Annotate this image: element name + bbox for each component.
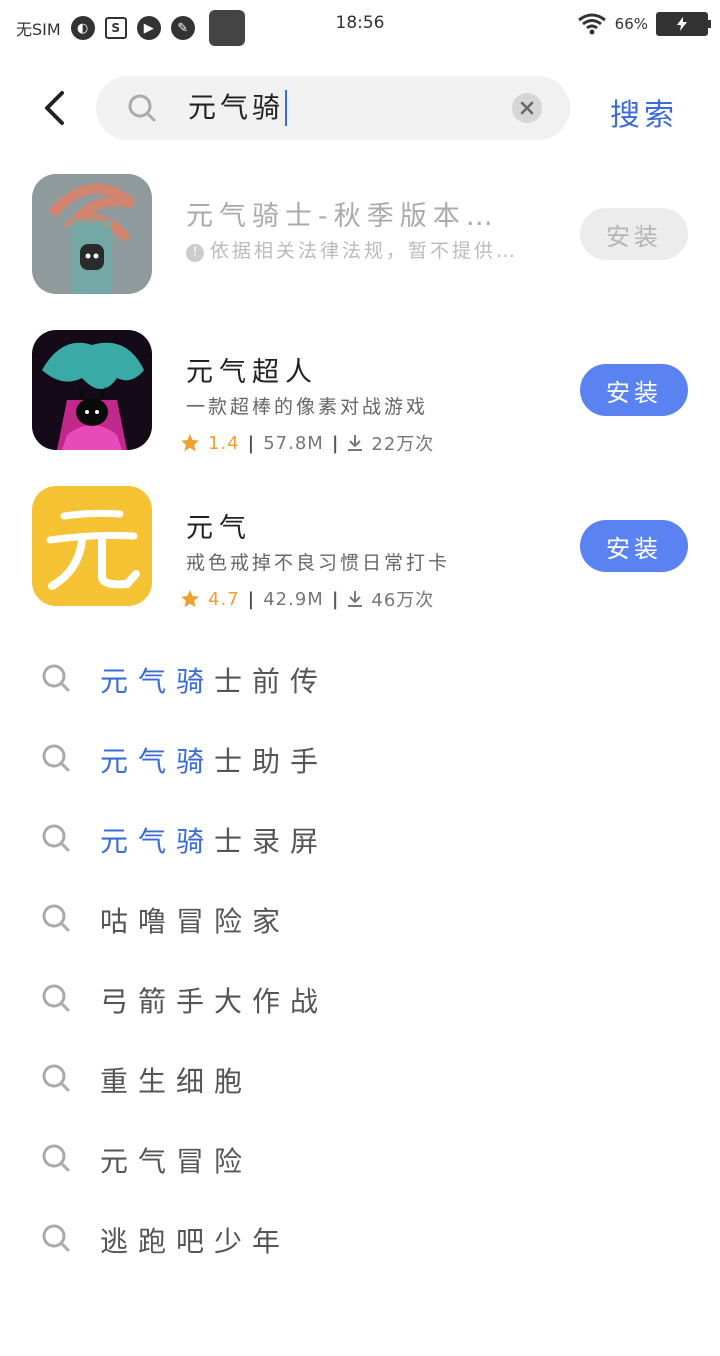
suggestion-rest: 士录屏 xyxy=(214,825,329,858)
suggestion-rest: 士助手 xyxy=(214,745,329,778)
download-icon xyxy=(348,591,363,607)
search-icon xyxy=(42,984,70,1012)
suggestion-text: 弓箭手大作战 xyxy=(100,980,328,1020)
suggestion-item[interactable]: 元气冒险 xyxy=(0,1120,720,1200)
suggestion-item[interactable]: 逃跑吧少年 xyxy=(0,1200,720,1280)
app-description: 一款超棒的像素对战游戏 xyxy=(186,396,429,418)
app-result-row[interactable]: 元气骑士-秋季版本… ! 依据相关法律法规，暂不提供… 安装 xyxy=(0,174,720,298)
suggestion-item[interactable]: 咕噜冒险家 xyxy=(0,880,720,960)
app-downloads: 22万次 xyxy=(371,434,435,455)
clear-button[interactable] xyxy=(512,93,542,123)
suggestion-item[interactable]: 重生细胞 xyxy=(0,1040,720,1120)
suggestion-item[interactable]: 元气骑士前传 xyxy=(0,640,720,720)
app-icon xyxy=(32,330,152,450)
suggestion-text: 元气骑士前传 xyxy=(100,660,328,700)
suggestion-item[interactable]: 元气骑士录屏 xyxy=(0,800,720,880)
search-icon xyxy=(42,664,70,692)
suggestion-item[interactable]: 弓箭手大作战 xyxy=(0,960,720,1040)
suggestion-rest: 逃跑吧少年 xyxy=(100,1225,291,1258)
app-notice: ! 依据相关法律法规，暂不提供… xyxy=(186,236,518,263)
search-icon xyxy=(128,94,156,122)
app-size: 42.9M xyxy=(263,588,324,610)
suggestion-rest: 咕噜冒险家 xyxy=(100,905,291,938)
search-icon xyxy=(42,1064,70,1092)
install-button[interactable]: 安装 xyxy=(580,520,688,572)
back-arrow-icon xyxy=(45,91,64,125)
search-icon xyxy=(42,1224,70,1252)
divider: | xyxy=(331,588,340,610)
search-icon xyxy=(42,1144,70,1172)
search-bar[interactable]: 元气骑 xyxy=(96,76,570,140)
app-result-row[interactable]: 元气超人 一款超棒的像素对战游戏 1.4 | 57.8M | 22万次 安装 xyxy=(0,330,720,456)
install-button[interactable]: 安装 xyxy=(580,208,688,260)
app-rating: 4.7 xyxy=(208,588,240,610)
search-icon xyxy=(42,904,70,932)
app-title: 元气超人 xyxy=(186,357,318,388)
suggestion-match: 元气骑 xyxy=(100,825,215,858)
suggestion-match: 元气骑 xyxy=(100,665,215,698)
divider: | xyxy=(247,588,256,610)
app-size: 57.8M xyxy=(263,432,324,454)
status-bar: 无SIM ◐ S ▶ ✎ 18:56 66% xyxy=(0,0,720,48)
suggestion-list: 元气骑士前传 元气骑士助手 元气骑士录屏 咕噜冒险家 弓箭手大作战 重生细胞 元… xyxy=(0,640,720,1280)
app-description: 戒色戒掉不良习惯日常打卡 xyxy=(186,552,451,574)
suggestion-item[interactable]: 元气骑士助手 xyxy=(0,720,720,800)
search-icon xyxy=(42,744,70,772)
download-icon xyxy=(348,435,363,451)
battery-icon xyxy=(656,12,711,36)
app-icon xyxy=(32,174,152,294)
suggestion-text: 元气骑士录屏 xyxy=(100,820,328,860)
star-icon xyxy=(181,434,199,452)
divider: | xyxy=(331,432,340,454)
suggestion-text: 逃跑吧少年 xyxy=(100,1220,290,1260)
app-title: 元气 xyxy=(186,513,252,544)
back-button[interactable] xyxy=(34,88,74,128)
suggestion-rest: 重生细胞 xyxy=(100,1065,253,1098)
suggestion-rest: 士前传 xyxy=(214,665,329,698)
star-icon xyxy=(181,590,199,608)
wifi-icon xyxy=(577,13,606,35)
info-icon: ! xyxy=(186,244,204,262)
app-meta: 1.4 | 57.8M | 22万次 xyxy=(180,430,434,456)
search-icon xyxy=(42,824,70,852)
suggestion-text: 重生细胞 xyxy=(100,1060,252,1100)
suggestion-match: 元气骑 xyxy=(100,745,215,778)
app-notice-text: 依据相关法律法规，暂不提供… xyxy=(210,240,519,262)
search-header: 元气骑 搜索 xyxy=(0,76,720,140)
app-downloads: 46万次 xyxy=(371,590,435,611)
app-icon xyxy=(32,486,152,606)
suggestion-rest: 弓箭手大作战 xyxy=(100,985,329,1018)
search-input[interactable]: 元气骑 xyxy=(188,90,288,126)
search-button[interactable]: 搜索 xyxy=(610,90,678,134)
app-meta: 4.7 | 42.9M | 46万次 xyxy=(180,586,434,612)
app-title: 元气骑士-秋季版本… xyxy=(186,201,499,232)
suggestion-text: 元气冒险 xyxy=(100,1140,252,1180)
app-result-row[interactable]: 元气 戒色戒掉不良习惯日常打卡 4.7 | 42.9M | 46万次 安装 xyxy=(0,486,720,612)
suggestion-rest: 元气冒险 xyxy=(100,1145,253,1178)
app-rating: 1.4 xyxy=(208,432,240,454)
install-button[interactable]: 安装 xyxy=(580,364,688,416)
battery-percent: 66% xyxy=(614,15,648,33)
suggestion-text: 咕噜冒险家 xyxy=(100,900,290,940)
suggestion-text: 元气骑士助手 xyxy=(100,740,328,780)
close-icon xyxy=(520,101,534,115)
divider: | xyxy=(247,432,256,454)
